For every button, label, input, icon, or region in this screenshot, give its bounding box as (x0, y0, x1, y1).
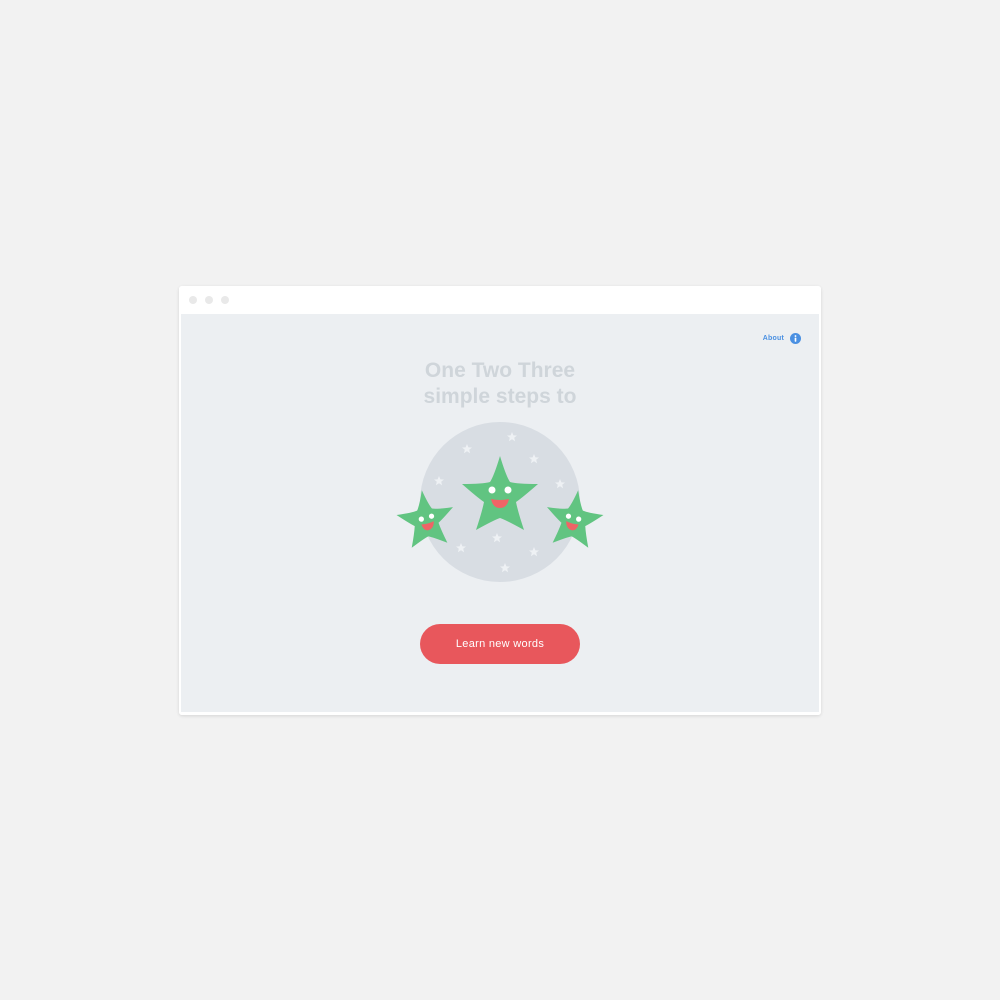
app-content: About One Two Three simple steps to Lear… (181, 314, 819, 712)
window-bottom-edge (179, 712, 821, 715)
window-minimize-dot[interactable] (205, 296, 213, 304)
learn-new-words-button[interactable]: Learn new words (420, 624, 580, 664)
page-title-line-1: One Two Three (424, 359, 576, 382)
window-close-dot[interactable] (189, 296, 197, 304)
window-maximize-dot[interactable] (221, 296, 229, 304)
page-title: One Two Three simple steps to (181, 358, 819, 410)
about-link[interactable]: About (763, 333, 801, 344)
window-titlebar (179, 286, 821, 314)
browser-window: About One Two Three simple steps to Lear… (179, 286, 821, 715)
stars-illustration (396, 422, 604, 582)
page-title-line-2: simple steps to (423, 385, 577, 408)
about-label: About (762, 335, 784, 342)
info-icon (790, 333, 801, 344)
